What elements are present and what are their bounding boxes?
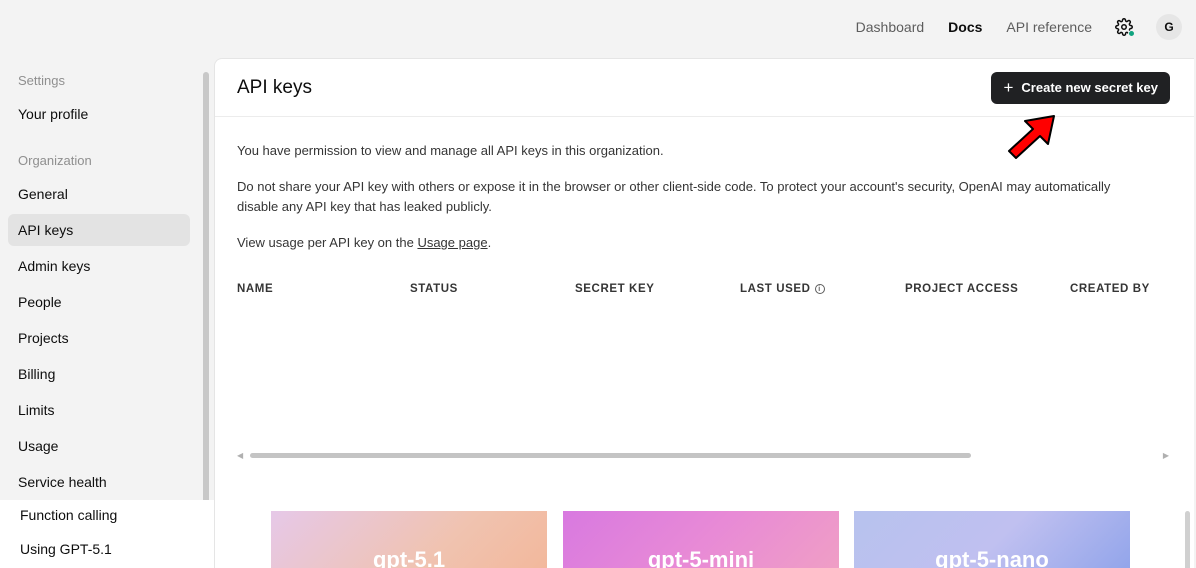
- usage-text-suffix: .: [487, 235, 492, 250]
- create-new-secret-key-button[interactable]: + Create new secret key: [991, 71, 1170, 104]
- keys-table-header: NAME STATUS SECRET KEY LAST USED i PROJE…: [237, 283, 1194, 301]
- sidebar-scrollbar[interactable]: [203, 72, 209, 512]
- sidebar-item-projects[interactable]: Projects: [8, 322, 190, 354]
- column-last-used-label: LAST USED: [740, 283, 811, 295]
- sidebar-item-your-profile[interactable]: Your profile: [8, 98, 190, 130]
- sidebar: Settings Your profile Organization Gener…: [0, 58, 212, 510]
- settings-button[interactable]: [1114, 17, 1135, 37]
- model-card-label: gpt-5.1: [372, 547, 446, 568]
- annotation-arrow-icon: [1008, 115, 1055, 159]
- docs-sidebar-behind: Function calling Using GPT-5.1: [0, 500, 214, 568]
- create-button-label: Create new secret key: [1021, 80, 1158, 95]
- info-icon[interactable]: i: [814, 284, 825, 294]
- status-dot: [1128, 30, 1135, 37]
- column-secret-key: SECRET KEY: [575, 283, 655, 295]
- page-title: API keys: [237, 76, 312, 98]
- column-last-used: LAST USED i: [740, 283, 825, 295]
- nav-docs[interactable]: Docs: [948, 19, 982, 35]
- nav-api-reference[interactable]: API reference: [1006, 19, 1092, 35]
- avatar[interactable]: G: [1156, 14, 1182, 40]
- column-project-access: PROJECT ACCESS: [905, 283, 1019, 295]
- sidebar-item-admin-keys[interactable]: Admin keys: [8, 250, 190, 282]
- scrollbar-thumb[interactable]: [250, 453, 971, 458]
- table-horizontal-scrollbar[interactable]: ◀ ▶: [237, 449, 1169, 461]
- sidebar-item-billing[interactable]: Billing: [8, 358, 190, 390]
- security-warning-text: Do not share your API key with others or…: [237, 179, 1111, 214]
- sidebar-item-api-keys[interactable]: API keys: [8, 214, 190, 246]
- model-card-gpt-5-1[interactable]: gpt-5.1: [271, 511, 547, 568]
- usage-page-link[interactable]: Usage page: [417, 235, 487, 250]
- model-card-gpt-5-mini[interactable]: gpt-5-mini: [563, 511, 839, 568]
- sidebar-item-limits[interactable]: Limits: [8, 394, 190, 426]
- page-scrollbar[interactable]: [1185, 511, 1190, 568]
- model-card-label: gpt-5-mini: [647, 547, 755, 568]
- column-name: NAME: [237, 283, 274, 295]
- sidebar-item-general[interactable]: General: [8, 178, 190, 210]
- plus-icon: +: [1003, 78, 1014, 97]
- sidebar-section-organization: Organization: [18, 153, 92, 168]
- sidebar-item-usage[interactable]: Usage: [8, 430, 190, 462]
- sidebar-section-settings: Settings: [18, 73, 65, 88]
- docs-item-function-calling[interactable]: Function calling: [20, 507, 117, 523]
- sidebar-item-people[interactable]: People: [8, 286, 190, 318]
- docs-item-using-gpt-5-1[interactable]: Using GPT-5.1: [20, 541, 112, 557]
- main-header: API keys + Create new secret key: [215, 59, 1194, 117]
- usage-text-prefix: View usage per API key on the: [237, 235, 418, 250]
- column-created-by: CREATED BY: [1070, 283, 1150, 295]
- model-card-gpt-5-nano[interactable]: gpt-5-nano: [854, 511, 1130, 568]
- column-status: STATUS: [410, 283, 458, 295]
- model-card-label: gpt-5-nano: [935, 547, 1049, 568]
- top-nav: Dashboard Docs API reference G: [0, 0, 1196, 54]
- sidebar-item-service-health[interactable]: Service health: [8, 466, 190, 498]
- scroll-left-icon[interactable]: ◀: [237, 451, 243, 460]
- scroll-right-icon[interactable]: ▶: [1163, 451, 1169, 460]
- usage-text: View usage per API key on the Usage page…: [237, 233, 1117, 253]
- nav-dashboard[interactable]: Dashboard: [856, 19, 925, 35]
- permission-text: You have permission to view and manage a…: [237, 143, 664, 158]
